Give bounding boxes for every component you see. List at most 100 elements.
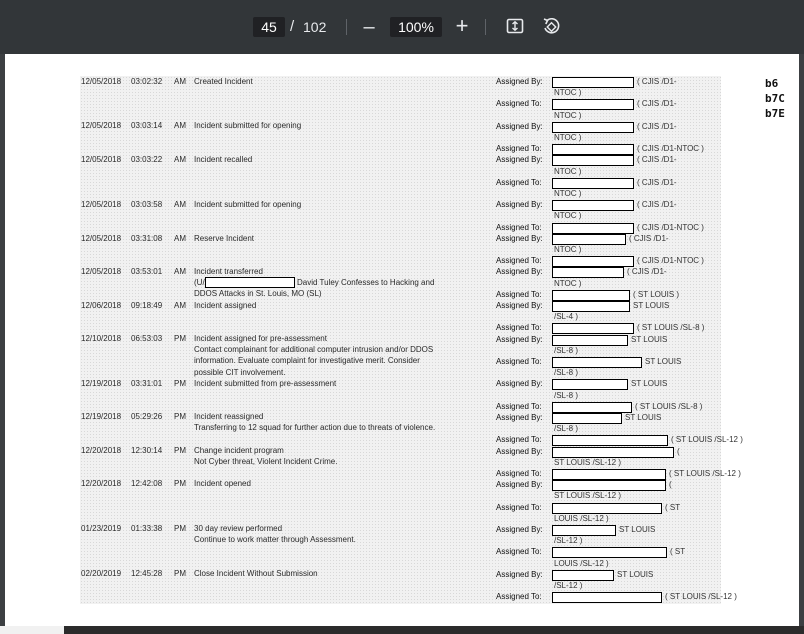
assigned-to-label: Assigned To: [496, 547, 542, 557]
assignee-continuation: /SL-8 ) [554, 368, 579, 378]
assignee-office: ( [669, 480, 672, 490]
assignee-continuation: /SL-8 ) [554, 345, 579, 355]
entry-time: 06:53:03 [131, 334, 163, 343]
entry-time: 12:42:08 [131, 479, 163, 488]
assigned-by-label: Assigned By: [496, 525, 543, 534]
entry-description-line: Created Incident [194, 77, 253, 86]
entry-description-line: Incident assigned [194, 301, 257, 310]
assignee-office: ( CJIS /D1- [637, 155, 677, 165]
zoom-level-input[interactable]: 100% [390, 17, 442, 37]
assignee-office: ( ST LOUIS /SL-12 ) [671, 435, 743, 445]
entry-description-line: Incident transferred [194, 267, 263, 276]
entry-ampm: AM [174, 234, 186, 243]
assignee-office: ( ST LOUIS /SL-12 ) [665, 592, 737, 602]
assignee-office: ST LOUIS [633, 301, 670, 310]
assignee-continuation: NTOC ) [554, 278, 582, 288]
page-separator: / [290, 18, 295, 35]
entry-date: 12/10/2018 [81, 334, 122, 343]
assignee-continuation: /SL-12 ) [554, 581, 583, 590]
assigned-to-label: Assigned To: [496, 177, 542, 187]
assigned-to-label: Assigned To: [496, 256, 542, 266]
bottom-scrollbar[interactable] [0, 626, 804, 634]
assigned-by-label: Assigned By: [496, 379, 543, 389]
entry-description-line: Change incident program [194, 446, 284, 455]
assigned-to-label: Assigned To: [496, 357, 542, 366]
exemption-code: b7C [765, 92, 785, 105]
assigned-by-label: Assigned By: [496, 334, 543, 344]
redaction-box [552, 592, 662, 604]
entry-ampm: PM [174, 379, 186, 388]
assignee-office: ST LOUIS [645, 357, 682, 366]
exemption-code: b7E [765, 107, 785, 120]
entry-ampm: PM [174, 334, 186, 343]
assignee-continuation: NTOC ) [554, 110, 582, 120]
entry-time: 03:31:08 [131, 234, 163, 243]
entry-time: 03:03:14 [131, 121, 163, 130]
assignee-office: ST LOUIS [631, 379, 668, 389]
assigned-to-label: Assigned To: [496, 401, 542, 411]
zoom-in-button[interactable]: + [453, 15, 471, 37]
entry-description-line: Incident submitted from pre-assessment [194, 379, 337, 388]
assigned-to-label: Assigned To: [496, 99, 542, 109]
entry-time: 03:03:58 [131, 200, 163, 209]
zoom-out-button[interactable]: – [360, 16, 378, 38]
entry-ampm: AM [174, 121, 186, 130]
entry-ampm: PM [174, 569, 186, 578]
rotate-icon[interactable] [541, 16, 561, 36]
assigned-to-label: Assigned To: [496, 502, 542, 512]
entry-time: 01:33:38 [131, 524, 163, 533]
assigned-to-label: Assigned To: [496, 469, 542, 478]
assignee-continuation: NTOC ) [554, 211, 582, 221]
entry-date: 12/20/2018 [81, 479, 122, 488]
assignee-continuation: NTOC ) [554, 133, 582, 142]
total-pages: 102 [303, 19, 327, 35]
assigned-to-label: Assigned To: [496, 592, 542, 602]
assigned-by-label: Assigned By: [496, 301, 543, 310]
assignee-office: ( CJIS /D1-NTOC ) [637, 222, 704, 232]
redaction-box [552, 469, 666, 480]
entry-date: 12/19/2018 [81, 379, 122, 388]
assignee-continuation: /SL-8 ) [554, 390, 579, 400]
entry-date: 12/20/2018 [81, 446, 122, 455]
assignee-continuation: ST LOUIS /SL-12 ) [554, 457, 621, 467]
entry-description-line: Incident submitted for opening [194, 121, 302, 130]
entry-description-line: Reserve Incident [194, 234, 255, 243]
redaction-box [552, 222, 634, 234]
assignee-office: ST LOUIS [617, 569, 654, 579]
assignee-continuation: /SL-4 ) [554, 312, 579, 322]
assignee-continuation: NTOC ) [554, 88, 582, 98]
toolbar-divider [346, 19, 347, 35]
assigned-to-label: Assigned To: [496, 144, 542, 154]
entry-ampm: AM [174, 155, 186, 164]
entry-ampm: PM [174, 412, 186, 421]
assignee-continuation: NTOC ) [554, 166, 582, 176]
redaction-box [552, 323, 634, 335]
entry-date: 12/05/2018 [81, 234, 122, 243]
assignee-office: ST LOUIS [631, 334, 668, 344]
assigned-to-label: Assigned To: [496, 323, 542, 333]
entry-description-line: 30 day review performed [194, 524, 283, 533]
assignee-office: ( CJIS /D1- [627, 267, 667, 277]
entry-ampm: AM [174, 301, 186, 310]
fit-to-page-icon[interactable] [506, 17, 524, 35]
entry-date: 12/05/2018 [81, 155, 122, 164]
redaction-box [552, 435, 668, 447]
assignee-office: ( CJIS /D1- [629, 233, 669, 243]
assignee-office: ST LOUIS [625, 413, 662, 422]
page-number-input[interactable]: 45 [253, 17, 285, 37]
assignee-office: ( ST LOUIS /SL-12 ) [669, 469, 741, 478]
assignee-continuation: /SL-8 ) [554, 424, 579, 434]
entry-description-line: Close Incident Without Submission [194, 569, 318, 578]
entry-description-line: Not Cyber threat, Violent Incident Crime… [194, 457, 338, 467]
assignee-office: ( ST LOUIS /SL-8 ) [635, 401, 703, 411]
assignee-office: ( CJIS /D1- [637, 121, 677, 131]
assigned-to-label: Assigned To: [496, 222, 542, 232]
assigned-by-label: Assigned By: [496, 446, 543, 456]
assigned-by-label: Assigned By: [496, 480, 543, 490]
entry-date: 12/05/2018 [81, 267, 122, 276]
assignee-office: ( CJIS /D1- [637, 99, 677, 109]
entry-description-line: possible CIT involvement. [194, 367, 286, 377]
entry-time: 03:02:32 [131, 77, 163, 86]
entry-ampm: AM [174, 267, 186, 276]
redaction-box [552, 144, 634, 156]
